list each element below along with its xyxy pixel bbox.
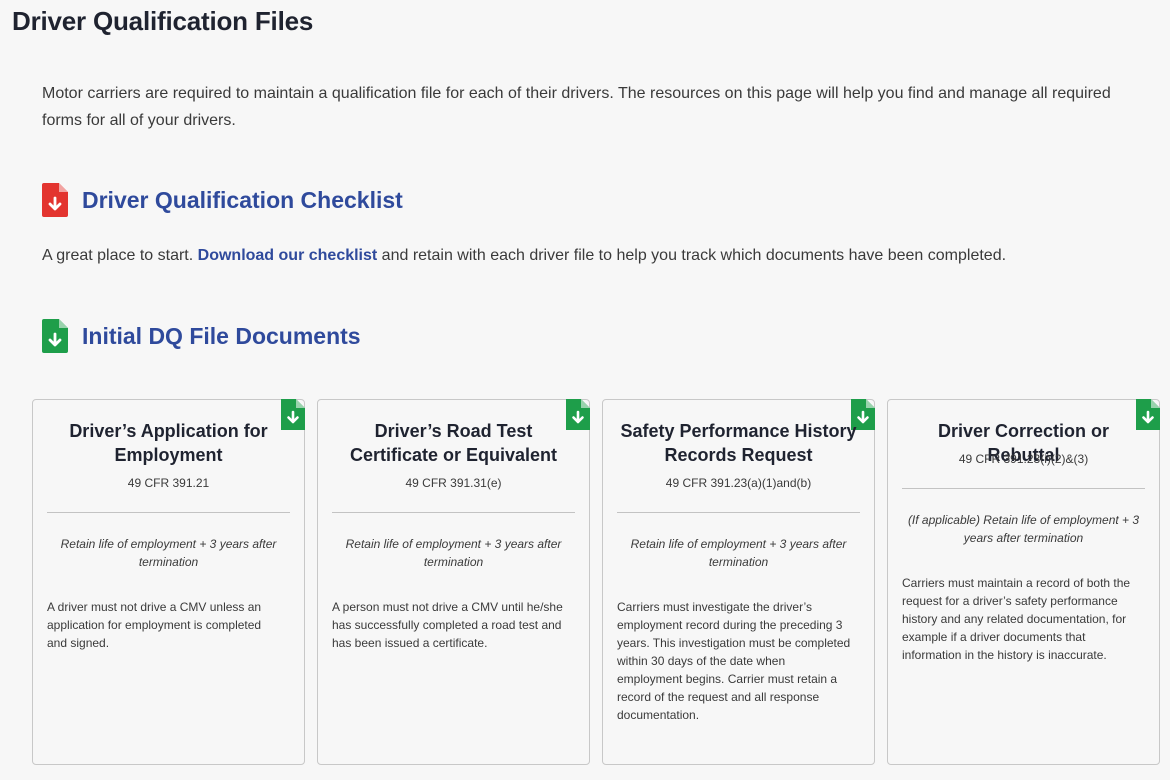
document-card-road-test[interactable]: Driver’s Road Test Certificate or Equiva… — [317, 399, 590, 765]
initial-documents-section-heading: Initial DQ File Documents — [42, 319, 361, 353]
download-checklist-link[interactable]: Download our checklist — [198, 247, 378, 264]
sheet-download-icon[interactable] — [42, 319, 68, 353]
card-title: Safety Performance History Records Reque… — [620, 421, 857, 465]
checklist-description: A great place to start. Download our che… — [42, 245, 1006, 267]
card-cfr-reference: 49 CFR 391.23(a)(1)and(b) — [665, 476, 812, 490]
checklist-section-heading: Driver Qualification Checklist — [42, 183, 403, 217]
card-divider — [332, 512, 575, 513]
card-divider — [902, 488, 1145, 489]
initial-documents-heading: Initial DQ File Documents — [82, 322, 361, 349]
document-card-correction-rebuttal[interactable]: Driver Correction or Rebuttal 49 CFR 391… — [887, 399, 1160, 765]
card-cfr-reference: 49 CFR 391.31(e) — [405, 476, 502, 490]
card-description: A person must not drive a CMV until he/s… — [332, 600, 563, 650]
card-divider — [47, 512, 290, 513]
document-card-application[interactable]: Driver’s Application for Employment 49 C… — [32, 399, 305, 765]
card-retention: Retain life of employment + 3 years afte… — [345, 537, 562, 569]
checklist-text-before: A great place to start. — [42, 247, 198, 264]
card-divider — [617, 512, 860, 513]
document-card-safety-history[interactable]: Safety Performance History Records Reque… — [602, 399, 875, 765]
pdf-download-icon[interactable] — [42, 183, 68, 217]
checklist-text-after: and retain with each driver file to help… — [377, 247, 1007, 264]
card-cfr-reference: 49 CFR 391.23(i)(2)&(3) — [958, 452, 1089, 466]
card-retention: (If applicable) Retain life of employmen… — [907, 513, 1140, 545]
card-description: Carriers must investigate the driver’s e… — [617, 600, 851, 722]
card-retention: Retain life of employment + 3 years afte… — [630, 537, 847, 569]
intro-text: Motor carriers are required to maintain … — [42, 85, 1111, 129]
card-title: Driver’s Application for Employment — [69, 421, 268, 465]
page-title: Driver Qualification Files — [12, 6, 314, 36]
card-retention: Retain life of employment + 3 years afte… — [60, 537, 277, 569]
card-cfr-reference: 49 CFR 391.21 — [127, 476, 210, 490]
checklist-heading: Driver Qualification Checklist — [82, 186, 403, 213]
card-title: Driver’s Road Test Certificate or Equiva… — [349, 421, 558, 465]
card-description: A driver must not drive a CMV unless an … — [47, 600, 262, 650]
card-description: Carriers must maintain a record of both … — [902, 576, 1131, 662]
